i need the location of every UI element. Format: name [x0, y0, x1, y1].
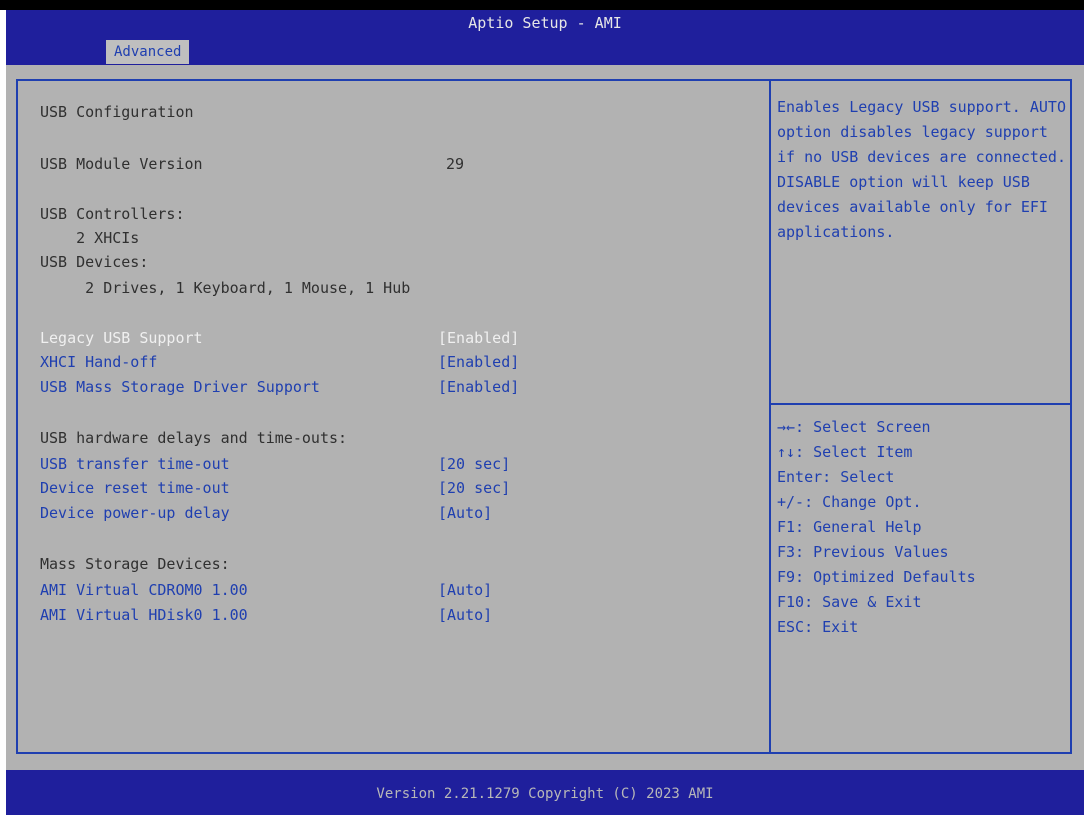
ami-virtual-cdrom-option[interactable]: AMI Virtual CDROM0 1.00: [40, 581, 248, 599]
ami-virtual-cdrom-value[interactable]: [Auto]: [438, 581, 492, 599]
setup-body: USB Configuration USB Module Version 29 …: [6, 65, 1084, 770]
usb-configuration-heading: USB Configuration: [40, 103, 194, 121]
xhci-hand-off-value[interactable]: [Enabled]: [438, 353, 519, 371]
key-change-option: +/-: Change Opt.: [777, 493, 922, 511]
key-general-help: F1: General Help: [777, 518, 922, 536]
legacy-usb-support-option[interactable]: Legacy USB Support: [40, 329, 203, 347]
key-esc-exit: ESC: Exit: [777, 618, 859, 636]
usb-module-version-value: 29: [446, 155, 465, 173]
key-select-screen: →←: Select Screen: [777, 418, 931, 436]
key-enter-select: Enter: Select: [777, 468, 895, 486]
usb-devices-value: 2 Drives, 1 Keyboard, 1 Mouse, 1 Hub: [40, 279, 411, 297]
mass-storage-devices-heading: Mass Storage Devices:: [40, 555, 230, 573]
top-black-bar: [0, 0, 1084, 10]
usb-devices-label: USB Devices:: [40, 253, 149, 271]
usb-mass-storage-driver-value[interactable]: [Enabled]: [438, 378, 519, 396]
key-optimized-defaults: F9: Optimized Defaults: [777, 568, 976, 586]
ami-virtual-hdisk-option[interactable]: AMI Virtual HDisk0 1.00: [40, 606, 248, 624]
version-copyright: Version 2.21.1279 Copyright (C) 2023 AMI: [376, 786, 714, 802]
xhci-hand-off-option[interactable]: XHCI Hand-off: [40, 353, 157, 371]
usb-transfer-timeout-value[interactable]: [20 sec]: [438, 455, 510, 473]
legacy-usb-support-value[interactable]: [Enabled]: [438, 329, 519, 347]
setup-title: Aptio Setup - AMI: [468, 14, 622, 32]
key-select-item: ↑↓: Select Item: [777, 443, 913, 461]
setup-header: Aptio Setup - AMI Advanced: [6, 10, 1084, 65]
setup-footer: Version 2.21.1279 Copyright (C) 2023 AMI: [6, 770, 1084, 815]
usb-mass-storage-driver-option[interactable]: USB Mass Storage Driver Support: [40, 378, 320, 396]
usb-transfer-timeout-option[interactable]: USB transfer time-out: [40, 455, 230, 473]
usb-controllers-label: USB Controllers:: [40, 205, 185, 223]
device-reset-timeout-option[interactable]: Device reset time-out: [40, 479, 230, 497]
help-divider: [771, 403, 1070, 405]
usb-controllers-value: 2 XHCIs: [40, 229, 140, 247]
tab-advanced[interactable]: Advanced: [106, 40, 190, 64]
key-previous-values: F3: Previous Values: [777, 543, 949, 561]
key-legend: →←: Select Screen ↑↓: Select Item Enter:…: [777, 415, 1067, 640]
device-power-up-delay-value[interactable]: [Auto]: [438, 504, 492, 522]
device-reset-timeout-value[interactable]: [20 sec]: [438, 479, 510, 497]
help-panel: Enables Legacy USB support. AUTO option …: [769, 79, 1072, 754]
usb-module-version-label: USB Module Version: [40, 155, 203, 173]
usb-delays-heading: USB hardware delays and time-outs:: [40, 429, 348, 447]
ami-virtual-hdisk-value[interactable]: [Auto]: [438, 606, 492, 624]
settings-panel: USB Configuration USB Module Version 29 …: [16, 79, 771, 754]
device-power-up-delay-option[interactable]: Device power-up delay: [40, 504, 230, 522]
help-description: Enables Legacy USB support. AUTO option …: [777, 98, 1066, 241]
key-save-exit: F10: Save & Exit: [777, 593, 922, 611]
